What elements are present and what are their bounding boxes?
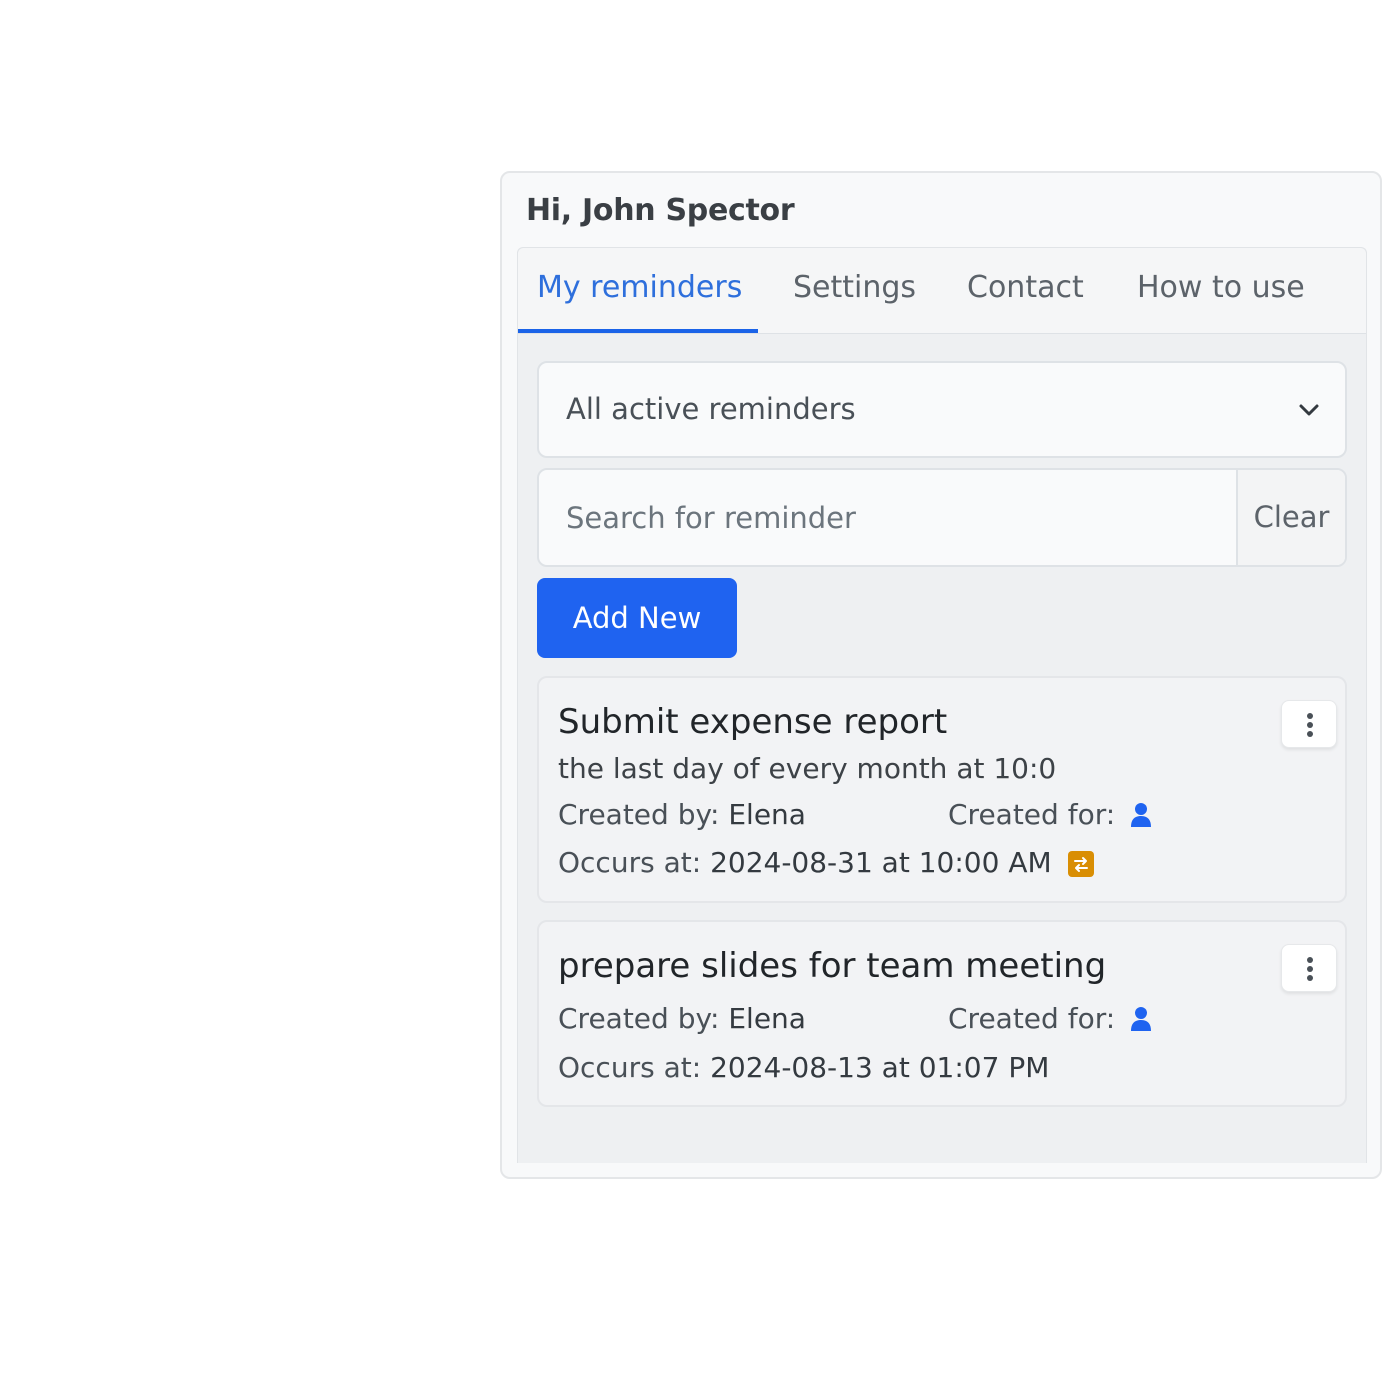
reminder-title: prepare slides for team meeting: [558, 946, 1107, 986]
tab-how-to-use[interactable]: How to use: [1137, 248, 1305, 334]
more-vertical-icon: [1307, 713, 1313, 737]
created-for-row: Created for:: [948, 1002, 1152, 1035]
active-tab-indicator: [518, 329, 758, 333]
reminder-menu-button[interactable]: [1281, 944, 1337, 992]
chevron-down-icon: [1297, 398, 1321, 422]
created-by-value: Elena: [728, 798, 806, 831]
created-for-label: Created for:: [948, 798, 1116, 831]
created-by-row: Created by: Elena: [558, 1002, 806, 1035]
created-by-row: Created by: Elena: [558, 798, 806, 831]
created-by-value: Elena: [728, 1002, 806, 1035]
user-icon: [1130, 802, 1152, 828]
tab-my-reminders[interactable]: My reminders: [537, 248, 742, 334]
created-by-label: Created by:: [558, 1002, 720, 1035]
occurs-at-label: Occurs at:: [558, 1051, 702, 1084]
search-group: Clear: [537, 468, 1347, 567]
occurs-at-label: Occurs at:: [558, 846, 702, 879]
reminder-title: Submit expense report: [558, 702, 948, 742]
tab-bar: My reminders Settings Contact How to use: [518, 248, 1366, 334]
occurs-at-row: Occurs at: 2024-08-13 at 01:07 PM: [558, 1051, 1049, 1084]
greeting: Hi, John Spector: [526, 193, 795, 228]
clear-button[interactable]: Clear: [1236, 470, 1345, 565]
reminder-card[interactable]: Submit expense report the last day of ev…: [537, 676, 1347, 903]
user-icon: [1130, 1006, 1152, 1032]
repeat-icon: [1067, 850, 1095, 878]
tab-contact[interactable]: Contact: [967, 248, 1084, 334]
search-input[interactable]: [539, 470, 1236, 565]
content-area: My reminders Settings Contact How to use…: [517, 247, 1367, 1163]
reminder-menu-button[interactable]: [1281, 700, 1337, 748]
add-new-button[interactable]: Add New: [537, 578, 737, 658]
tab-settings[interactable]: Settings: [793, 248, 916, 334]
more-vertical-icon: [1307, 957, 1313, 981]
reminders-panel: Hi, John Spector My reminders Settings C…: [500, 171, 1382, 1179]
created-for-label: Created for:: [948, 1002, 1116, 1035]
occurs-at-value: 2024-08-13 at 01:07 PM: [710, 1051, 1050, 1084]
reminder-recurrence: the last day of every month at 10:0: [558, 752, 1057, 785]
occurs-at-row: Occurs at: 2024-08-31 at 10:00 AM: [558, 846, 1095, 879]
reminder-card[interactable]: prepare slides for team meeting Created …: [537, 920, 1347, 1107]
created-for-row: Created for:: [948, 798, 1152, 831]
reminder-filter-select[interactable]: All active reminders: [537, 361, 1347, 458]
created-by-label: Created by:: [558, 798, 720, 831]
filter-selected-value: All active reminders: [566, 392, 856, 426]
occurs-at-value: 2024-08-31 at 10:00 AM: [710, 846, 1052, 879]
